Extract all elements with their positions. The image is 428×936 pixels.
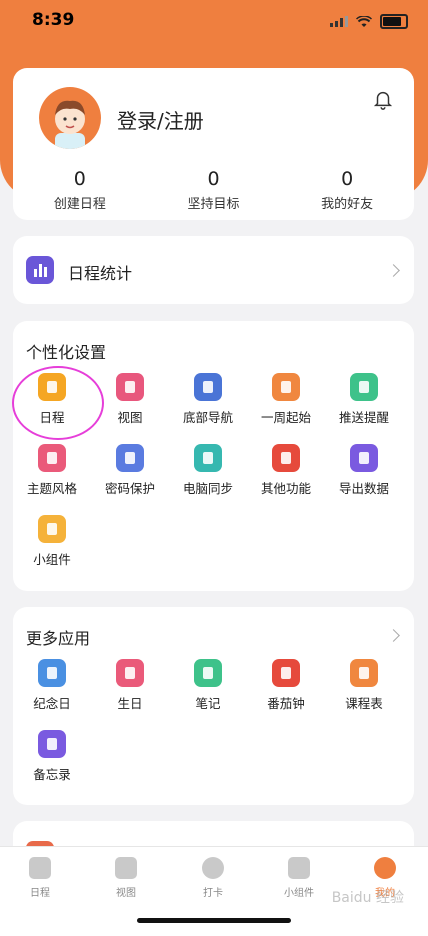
timetable-icon	[350, 659, 378, 687]
app-memo[interactable]: 备忘录	[13, 730, 91, 783]
login-register-link[interactable]: 登录/注册	[117, 105, 204, 134]
pencil-icon	[194, 659, 222, 687]
setting-password[interactable]: 密码保护	[91, 444, 169, 497]
checkin-icon	[202, 857, 224, 879]
setting-push-reminder[interactable]: 推送提醒	[325, 373, 403, 426]
app-timetable[interactable]: 课程表	[325, 659, 403, 712]
compass-icon	[194, 373, 222, 401]
smile-icon	[374, 857, 396, 879]
bar-chart-icon	[26, 256, 54, 284]
setting-theme[interactable]: 主题风格	[13, 444, 91, 497]
setting-export[interactable]: 导出数据	[325, 444, 403, 497]
item-label: 密码保护	[104, 481, 155, 496]
tab-label: 小组件	[284, 888, 314, 899]
layout-icon	[115, 857, 137, 879]
chevron-right-icon	[387, 264, 400, 277]
memo-icon	[38, 730, 66, 758]
item-label: 底部导航	[182, 410, 233, 425]
item-label: 课程表	[345, 696, 383, 711]
stat-label: 坚持目标	[187, 197, 240, 212]
profile-stats: 0 创建日程 0 坚持目标 0 我的好友	[13, 168, 414, 212]
export-icon	[350, 444, 378, 472]
item-label: 电脑同步	[182, 481, 233, 496]
status-icons	[330, 14, 408, 29]
section-title: 个性化设置	[26, 343, 107, 362]
bell-icon	[350, 373, 378, 401]
apps-icon	[272, 444, 300, 472]
stat-value: 0	[73, 168, 86, 190]
tab-checkin[interactable]: 打卡	[170, 857, 256, 899]
battery-icon	[380, 14, 408, 29]
app-pomodoro[interactable]: 番茄钟	[247, 659, 325, 712]
tab-label: 打卡	[203, 888, 223, 899]
grid-view-icon	[116, 373, 144, 401]
tab-schedule[interactable]: 日程	[0, 857, 83, 899]
calendar-week-icon	[272, 373, 300, 401]
avatar[interactable]	[39, 87, 101, 149]
chevron-right-icon[interactable]	[387, 629, 400, 642]
more-apps-section: 更多应用 纪念日 生日 笔记 番茄钟 课程表 备忘录	[13, 607, 414, 805]
item-label: 纪念日	[33, 696, 71, 711]
cube-icon	[288, 857, 310, 879]
wifi-icon	[356, 15, 372, 27]
setting-other[interactable]: 其他功能	[247, 444, 325, 497]
stat-goals[interactable]: 0 坚持目标	[147, 168, 281, 212]
status-time: 8:39	[32, 10, 75, 30]
stat-friends[interactable]: 0 我的好友	[280, 168, 414, 212]
profile-card: 登录/注册 0 创建日程 0 坚持目标 0 我的好友	[13, 68, 414, 220]
schedule-stats-row[interactable]: 日程统计	[13, 236, 414, 304]
tomato-icon	[272, 659, 300, 687]
item-label: 一周起始	[260, 410, 311, 425]
item-label: 导出数据	[338, 481, 389, 496]
stat-label: 创建日程	[53, 197, 106, 212]
setting-pc-sync[interactable]: 电脑同步	[169, 444, 247, 497]
anniversary-icon	[38, 659, 66, 687]
item-label: 推送提醒	[338, 410, 389, 425]
schedule-stats-label: 日程统计	[68, 264, 133, 283]
item-label: 生日	[117, 696, 143, 711]
signal-icon	[330, 16, 348, 27]
stat-value: 0	[207, 168, 220, 190]
shirt-icon	[38, 444, 66, 472]
checkbox-icon	[29, 857, 51, 879]
cube-icon	[38, 515, 66, 543]
app-anniversary[interactable]: 纪念日	[13, 659, 91, 712]
item-label: 其他功能	[260, 481, 311, 496]
setting-week-start[interactable]: 一周起始	[247, 373, 325, 426]
item-label: 备忘录	[33, 767, 71, 782]
laptop-icon	[194, 444, 222, 472]
tab-widget[interactable]: 小组件	[256, 857, 342, 899]
item-label: 小组件	[33, 552, 71, 567]
tab-label: 日程	[30, 888, 50, 899]
tab-view[interactable]: 视图	[83, 857, 169, 899]
item-label: 番茄钟	[267, 696, 305, 711]
stat-label: 我的好友	[321, 197, 374, 212]
lock-icon	[116, 444, 144, 472]
bell-icon[interactable]	[372, 88, 394, 110]
stat-value: 0	[341, 168, 354, 190]
app-birthday[interactable]: 生日	[91, 659, 169, 712]
status-bar: 8:39	[0, 0, 428, 44]
highlight-circle	[12, 366, 104, 440]
setting-widget[interactable]: 小组件	[13, 515, 91, 568]
personalization-section: 个性化设置 日程 视图 底部导航 一周起始 推送提醒 主题风格 密码保护 电脑同…	[13, 321, 414, 591]
watermark: Baidu 经验	[331, 890, 404, 906]
home-indicator	[137, 918, 291, 923]
stat-created-schedules[interactable]: 0 创建日程	[13, 168, 147, 212]
app-notes[interactable]: 笔记	[169, 659, 247, 712]
cake-icon	[116, 659, 144, 687]
setting-bottom-nav[interactable]: 底部导航	[169, 373, 247, 426]
section-title: 更多应用	[26, 629, 91, 648]
item-label: 笔记	[195, 696, 221, 711]
item-label: 主题风格	[26, 481, 77, 496]
tab-label: 视图	[116, 888, 136, 899]
